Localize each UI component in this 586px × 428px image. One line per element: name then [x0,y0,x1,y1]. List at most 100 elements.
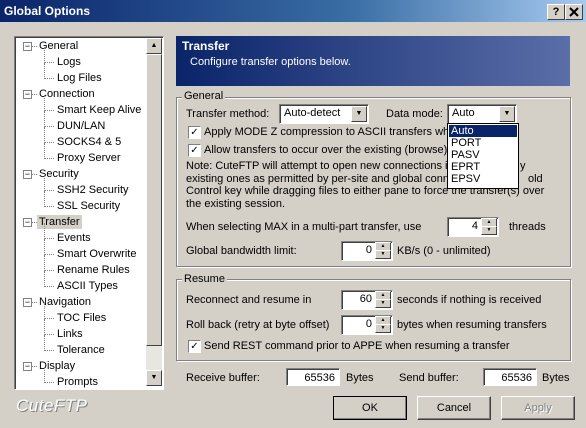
data-mode-option[interactable]: Auto [449,125,517,137]
data-mode-option[interactable]: EPRT [449,161,517,173]
close-button[interactable] [565,4,583,20]
tree-connector [44,143,45,159]
data-mode-select[interactable]: Auto ▼ [447,104,517,124]
transfer-method-label: Transfer method: [186,108,270,120]
tree-connector [32,46,37,47]
cancel-button[interactable]: Cancel [417,396,491,420]
transfer-method-select[interactable]: Auto-detect ▼ [279,104,369,124]
tree-connector [44,191,45,207]
data-mode-label: Data mode: [386,108,443,120]
bandwidth-spinner[interactable]: 0 ▲ ▼ [341,241,393,261]
tree-item-rename-rules[interactable]: Rename Rules [57,263,130,277]
scroll-down-button[interactable]: ▼ [146,370,162,386]
data-mode-option[interactable]: EPSV [449,173,517,185]
title-bar: Global Options ? [0,0,586,22]
tree-connector [44,238,54,239]
tree-connector [32,302,37,303]
send-buffer-unit: Bytes [542,372,570,384]
tree-item-events[interactable]: Events [57,231,91,245]
tree-connector [44,63,45,79]
reconnect-value: 60 [359,293,372,305]
tree-item-tolerance[interactable]: Tolerance [57,343,105,357]
tree-item-ssh2-security[interactable]: SSH2 Security [57,183,129,197]
tree-scrollbar[interactable]: ▲ ▼ [146,38,162,386]
collapse-icon[interactable]: − [23,170,32,179]
tree-connector [44,126,54,127]
send-buffer-label: Send buffer: [399,372,459,384]
spin-down-icon[interactable]: ▼ [375,324,391,333]
tree-item-connection[interactable]: Connection [39,87,95,101]
ok-button[interactable]: OK [333,396,407,420]
tree-item-ascii-types[interactable]: ASCII Types [57,279,118,293]
tree-item-socks4-5[interactable]: SOCKS4 & 5 [57,135,121,149]
chevron-down-icon[interactable]: ▼ [499,106,515,122]
scroll-up-button[interactable]: ▲ [146,38,162,54]
spin-down-icon[interactable]: ▼ [375,250,391,259]
rollback-value: 0 [365,318,372,330]
rest-label: Send REST command prior to APPE when res… [204,340,510,352]
receive-buffer-input[interactable]: 65536 [286,368,340,386]
tree-item-prompts[interactable]: Prompts [57,375,98,389]
tree-connector [44,350,54,351]
tree-item-log-files[interactable]: Log Files [57,71,102,85]
tree-connector [44,142,54,143]
data-mode-option[interactable]: PASV [449,149,517,161]
tree-connector [44,303,45,319]
scroll-thumb[interactable] [146,54,162,346]
send-buffer-input[interactable]: 65536 [483,368,537,386]
data-mode-dropdown-list[interactable]: Auto PORT PASV EPRT EPSV [447,123,519,189]
tree-connector [44,127,45,143]
tree-item-toc-files[interactable]: TOC Files [57,311,106,325]
allow-transfers-checkbox[interactable]: ✓ [188,144,201,157]
mode-z-checkbox[interactable]: ✓ [188,126,201,139]
tree-connector [44,206,54,207]
tree-item-ssl-security[interactable]: SSL Security [57,199,120,213]
tree-item-logs[interactable]: Logs [57,55,81,69]
reconnect-unit: seconds if nothing is received [397,294,542,306]
apply-button[interactable]: Apply [501,396,575,420]
data-mode-option[interactable]: PORT [449,137,517,149]
section-banner: Transfer Configure transfer options belo… [176,36,570,86]
chevron-down-icon[interactable]: ▼ [351,106,367,122]
rollback-label: Roll back (retry at byte offset) [186,319,330,331]
tree-item-proxy-server[interactable]: Proxy Server [57,151,121,165]
options-tree[interactable]: − General Logs Log Files − Connection Smart Ke… [14,36,164,390]
tree-connector [44,95,45,111]
collapse-icon[interactable]: − [23,218,32,227]
collapse-icon[interactable]: − [23,298,32,307]
tree-connector [44,367,45,383]
tree-connector [44,334,54,335]
tree-connector [44,175,45,191]
spin-down-icon[interactable]: ▼ [481,226,497,235]
spin-down-icon[interactable]: ▼ [375,299,391,308]
tree-connector [44,318,54,319]
reconnect-spinner[interactable]: 60 ▲ ▼ [341,290,393,310]
receive-buffer-unit: Bytes [346,372,374,384]
tree-connector [44,270,54,271]
tree-connector [44,111,45,127]
tree-connector [44,254,54,255]
collapse-icon[interactable]: − [23,42,32,51]
data-mode-value: Auto [452,107,475,119]
tree-connector [44,110,54,111]
note-line: the existing session. [186,197,286,210]
help-button[interactable]: ? [547,4,565,20]
collapse-icon[interactable]: − [23,362,32,371]
brand-logo-text: CuteFTP [16,396,88,415]
tree-connector [32,94,37,95]
tree-connector [44,286,54,287]
tree-connector [44,190,54,191]
multipart-threads-spinner[interactable]: 4 ▲ ▼ [447,217,499,237]
multipart-label: When selecting MAX in a multi-part trans… [186,221,422,233]
note-tail: old [528,173,543,185]
rest-checkbox[interactable]: ✓ [188,340,201,353]
collapse-icon[interactable]: − [23,90,32,99]
rollback-spinner[interactable]: 0 ▲ ▼ [341,315,393,335]
tree-item-links[interactable]: Links [57,327,83,341]
multipart-threads-value: 4 [471,220,478,232]
tree-item-smart-keep-alive[interactable]: Smart Keep Alive [57,103,141,117]
tree-item-smart-overwrite[interactable]: Smart Overwrite [57,247,136,261]
tree-item-navigation[interactable]: Navigation [39,295,91,309]
tree-connector [44,239,45,255]
tree-item-dun-lan[interactable]: DUN/LAN [57,119,105,133]
